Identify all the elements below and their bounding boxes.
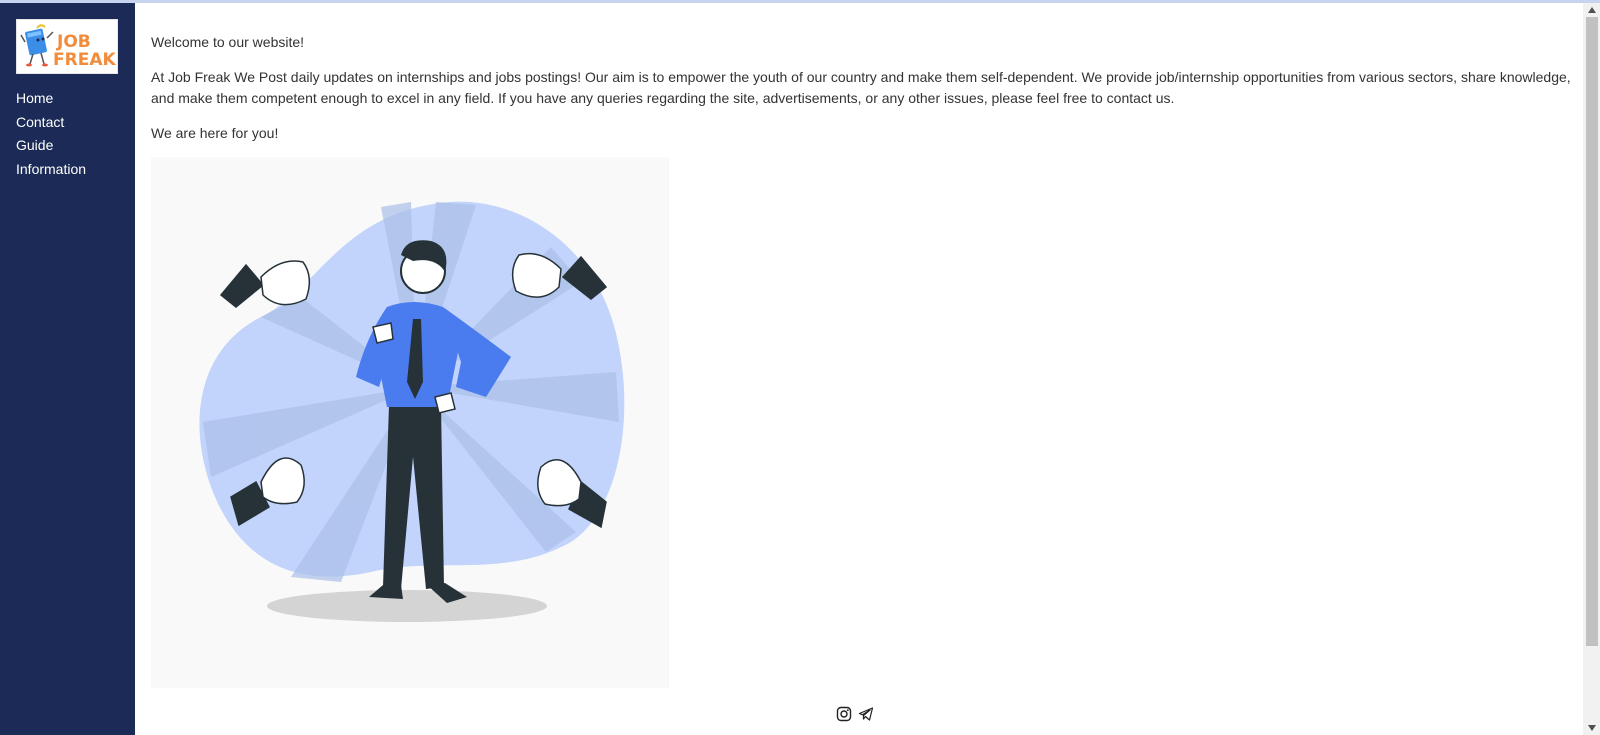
nav-item-information[interactable]: Information [16, 158, 86, 182]
sidebar: JOB FREAK Home Contact Guide Information [0, 3, 135, 735]
main-content: Welcome to our website! At Job Freak We … [151, 32, 1571, 158]
scrollbar-thumb[interactable] [1586, 17, 1598, 646]
sidebar-nav: Home Contact Guide Information [16, 87, 86, 181]
hero-illustration [151, 157, 669, 688]
scroll-down-arrow-icon[interactable] [1583, 721, 1600, 735]
instagram-icon[interactable] [836, 706, 852, 722]
site-logo[interactable]: JOB FREAK [16, 19, 118, 74]
scroll-up-arrow-icon[interactable] [1583, 3, 1600, 17]
logo-text-job: JOB [56, 32, 91, 52]
page-top-border [0, 0, 1600, 3]
nav-item-home[interactable]: Home [16, 87, 86, 111]
telegram-icon[interactable] [858, 706, 874, 722]
about-text: At Job Freak We Post daily updates on in… [151, 69, 1571, 106]
nav-item-guide[interactable]: Guide [16, 134, 86, 158]
nav-item-contact[interactable]: Contact [16, 111, 86, 135]
logo-text-freak: FREAK [53, 50, 116, 70]
social-links [836, 705, 874, 723]
tagline-text: We are here for you! [151, 125, 279, 141]
welcome-text: Welcome to our website! [151, 34, 305, 50]
